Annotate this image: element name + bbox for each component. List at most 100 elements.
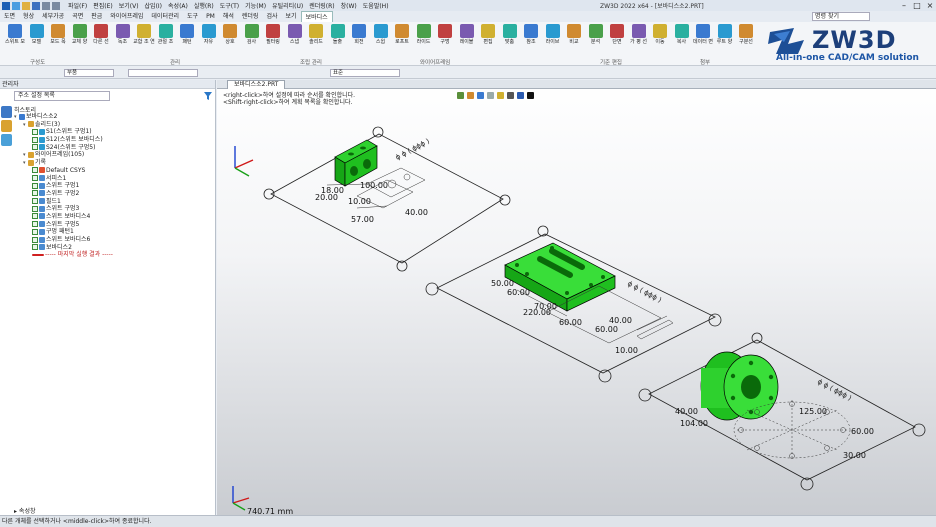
- visibility-checkbox[interactable]: [32, 136, 38, 143]
- ribbon-button[interactable]: 검사: [241, 24, 263, 45]
- open-icon[interactable]: [22, 1, 30, 10]
- tree-row[interactable]: Default CSYS: [14, 167, 214, 175]
- ribbon-tab[interactable]: 도면: [0, 11, 19, 22]
- layer-dropdown[interactable]: [128, 69, 198, 77]
- ribbon-button[interactable]: 데이터 면: [692, 24, 714, 45]
- menu-item[interactable]: 도구(T): [220, 1, 239, 10]
- ribbon-tab[interactable]: 도구: [183, 11, 202, 22]
- ribbon-button[interactable]: 라이드: [413, 24, 435, 45]
- visibility-checkbox[interactable]: [32, 236, 38, 243]
- graphics-viewport[interactable]: 보바디스소2.PRT <right-click>하여 설정에 따라 순서를 확인…: [217, 80, 936, 515]
- tree-row[interactable]: ▾ 와이어프레임(105): [14, 151, 214, 159]
- ribbon-button[interactable]: 루트 양: [714, 24, 736, 45]
- visibility-checkbox[interactable]: [32, 144, 38, 151]
- filter-icon[interactable]: [204, 92, 212, 100]
- tree-row[interactable]: 보바디스2: [14, 244, 214, 252]
- ribbon-button[interactable]: 스냅: [284, 24, 306, 45]
- app-icon[interactable]: [2, 1, 10, 10]
- visibility-checkbox[interactable]: [32, 228, 38, 235]
- visibility-checkbox[interactable]: [32, 175, 38, 181]
- visibility-checkbox[interactable]: [32, 182, 38, 189]
- tree-row[interactable]: 스위트 보바디스6: [14, 236, 214, 244]
- view-dropdown[interactable]: 표준: [330, 69, 400, 77]
- tree-row[interactable]: 스위트 구멍3: [14, 205, 214, 213]
- ribbon-tab[interactable]: 형상: [19, 11, 38, 22]
- ribbon-button[interactable]: 로프트: [391, 24, 413, 45]
- new-icon[interactable]: [12, 1, 20, 10]
- redo-icon[interactable]: [52, 1, 60, 10]
- ribbon-button[interactable]: 분석: [585, 24, 607, 45]
- ribbon-button[interactable]: 이동: [649, 24, 671, 45]
- ribbon-button[interactable]: 가 평 선: [628, 24, 650, 45]
- ribbon-button[interactable]: 참조: [520, 24, 542, 45]
- maximize-button[interactable]: □: [911, 0, 923, 11]
- ribbon-tab[interactable]: 판금: [87, 11, 106, 22]
- menu-item[interactable]: 창(W): [341, 1, 357, 10]
- ribbon-button[interactable]: 라이브: [542, 24, 564, 45]
- ribbon-button[interactable]: 보드 목: [47, 24, 69, 45]
- visibility-checkbox[interactable]: [32, 244, 38, 251]
- menu-item[interactable]: 삽입(I): [145, 1, 163, 10]
- ribbon-button[interactable]: 스위트 모: [4, 24, 26, 45]
- tree-row[interactable]: 스위트 보바디스4: [14, 213, 214, 221]
- ribbon-button[interactable]: 레이블: [456, 24, 478, 45]
- menu-item[interactable]: 기능(M): [245, 1, 266, 10]
- ribbon-button[interactable]: 필터링: [262, 24, 284, 45]
- ribbon-button[interactable]: 편집: [477, 24, 499, 45]
- minimize-button[interactable]: –: [898, 0, 910, 11]
- menu-item[interactable]: 보기(V): [119, 1, 139, 10]
- tree-row[interactable]: 스위트 구멍2: [14, 190, 214, 198]
- visibility-checkbox[interactable]: [32, 221, 38, 228]
- ribbon-tab[interactable]: 검사: [262, 11, 281, 22]
- ribbon-button[interactable]: 비교: [563, 24, 585, 45]
- tree-row[interactable]: 스위트 구멍5: [14, 221, 214, 229]
- ribbon-button[interactable]: 패턴: [176, 24, 198, 45]
- menu-item[interactable]: 파일(F): [68, 1, 87, 10]
- ribbon-button[interactable]: 회전: [348, 24, 370, 45]
- tree-row[interactable]: 구멍 패턴1: [14, 228, 214, 236]
- ribbon-tab[interactable]: 해석: [219, 11, 238, 22]
- ribbon-button[interactable]: 모델: [26, 24, 48, 45]
- history-tab[interactable]: [1, 106, 12, 118]
- menu-item[interactable]: 렌더링(R): [309, 1, 334, 10]
- visibility-checkbox[interactable]: [32, 128, 38, 135]
- menu-item[interactable]: 유틸리티(U): [272, 1, 303, 10]
- undo-icon[interactable]: [42, 1, 50, 10]
- command-search-input[interactable]: 명령 찾기: [812, 12, 870, 21]
- menu-item[interactable]: 도움말(H): [363, 1, 389, 10]
- ribbon-button[interactable]: 솔리드: [305, 24, 327, 45]
- properties-toggle[interactable]: ▸ 속성창: [14, 506, 35, 515]
- ribbon-tab[interactable]: 보기: [282, 11, 301, 22]
- tree-row[interactable]: ▾ 솔리드(3): [14, 121, 214, 129]
- visibility-checkbox[interactable]: [32, 190, 38, 197]
- assembly-tab[interactable]: [1, 120, 12, 132]
- ribbon-tab[interactable]: 데이터관리: [147, 11, 183, 22]
- ribbon-button[interactable]: 다른 선: [90, 24, 112, 45]
- ribbon-button[interactable]: 구분선: [735, 24, 757, 45]
- ribbon-button[interactable]: 맞춤: [499, 24, 521, 45]
- tree-row[interactable]: S1(스위트 구멍1): [14, 128, 214, 136]
- ribbon-tab[interactable]: 와이어프레임: [106, 11, 147, 22]
- ribbon-button[interactable]: 스윕: [370, 24, 392, 45]
- ribbon-button[interactable]: 교합 조 연: [133, 24, 155, 45]
- filter-dropdown[interactable]: 부품: [64, 69, 114, 77]
- visibility-checkbox[interactable]: [32, 205, 38, 212]
- ribbon-button[interactable]: 구멍: [434, 24, 456, 45]
- ribbon-button[interactable]: 단면: [606, 24, 628, 45]
- ribbon-tab[interactable]: PM: [202, 11, 219, 22]
- menu-item[interactable]: 편집(E): [93, 1, 113, 10]
- tree-row[interactable]: 서피스1: [14, 175, 214, 183]
- view-tab[interactable]: [1, 134, 12, 146]
- ribbon-button[interactable]: 돌출: [327, 24, 349, 45]
- visibility-checkbox[interactable]: [32, 167, 38, 174]
- ribbon-button[interactable]: 상호: [219, 24, 241, 45]
- tree-row[interactable]: 스위트 구멍1: [14, 182, 214, 190]
- ribbon-tab[interactable]: 보바디스: [300, 11, 333, 22]
- ribbon-button[interactable]: 복사: [671, 24, 693, 45]
- tree-filter-dropdown[interactable]: 주소 설정 목록: [14, 91, 110, 101]
- tree-row[interactable]: ▾ 기록: [14, 159, 214, 167]
- tree-row[interactable]: ----- 마지막 실행 결과 -----: [14, 251, 214, 259]
- visibility-checkbox[interactable]: [32, 198, 38, 205]
- tree-row[interactable]: ▾ 보바디스소2: [14, 113, 214, 121]
- ribbon-button[interactable]: 관절 조: [155, 24, 177, 45]
